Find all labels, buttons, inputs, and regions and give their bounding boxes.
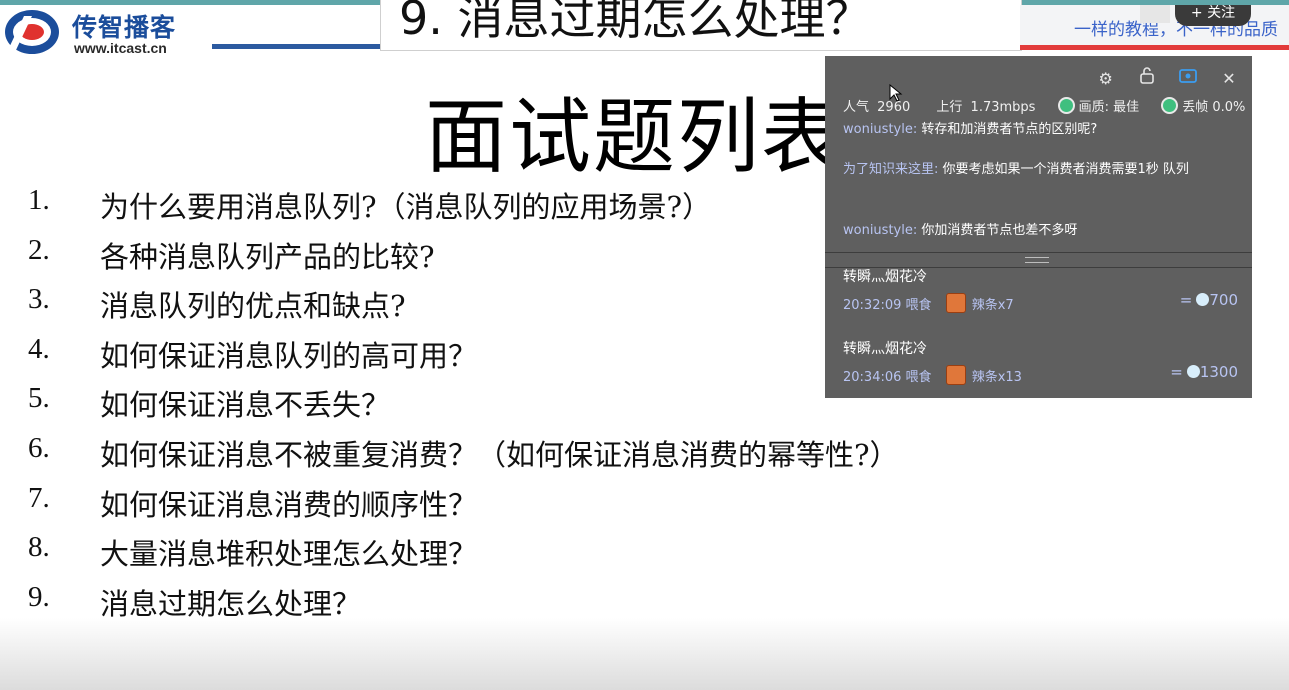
question-text: 如何保证消息队列的高可用？ (100, 338, 478, 373)
gift-value: = 1300 (1170, 363, 1238, 381)
chat-toolbar: ⚙ ✕ (1081, 66, 1240, 89)
question-number: 1. (28, 184, 50, 216)
itcast-logo: 传智播客 www.itcast.cn (2, 6, 202, 60)
gift-value: = 700 (1179, 291, 1238, 309)
question-number: 2. (28, 233, 50, 266)
logo-url: www.itcast.cn (74, 40, 167, 56)
current-section-title-box: 9. 消息过期怎么处理？ (380, 0, 1022, 51)
gift-item: 辣条x7 (971, 298, 1014, 313)
question-number: 9. (28, 580, 50, 613)
gift-sender: 转瞬灬烟花冷 (843, 269, 927, 285)
logo-text: 传智播客 (72, 13, 177, 42)
gift-time: 20:34:06 (843, 370, 902, 385)
question-text: 如何保证消息不丢失？ (100, 388, 391, 423)
gift-sender: 转瞬灬烟花冷 (843, 341, 927, 357)
live-chat-panel[interactable]: ⚙ ✕ 人气 2960 上行 1.73mbps 画质: 最佳 丢帧 0.0% w… (825, 56, 1252, 398)
gift-action: 喂食 (905, 370, 932, 385)
upload-label: 上行 (936, 100, 963, 115)
bean-icon (1186, 365, 1200, 378)
question-text: 大量消息堆积处理怎么处理？ (100, 537, 478, 572)
lock-icon[interactable] (1136, 66, 1158, 86)
gift-action: 喂食 (905, 298, 932, 313)
chat-username: woniustyle: (843, 223, 918, 238)
question-number: 4. (28, 332, 50, 365)
question-text: 如何保证消息消费的顺序性？ (100, 487, 478, 522)
chat-message: woniustyle: 你加消费者节点也差不多呀 (843, 221, 1235, 241)
bean-icon (1196, 293, 1210, 306)
gift-item: 辣条x13 (971, 370, 1022, 385)
bottom-shadow (0, 618, 1289, 690)
chat-username: woniustyle: (843, 122, 918, 137)
question-text: 为什么要用消息队列?（消息队列的应用场景?） (100, 190, 712, 224)
chat-message: 为了知识来这里: 你要考虑如果一个消费者消费需要1秒 队列 (843, 160, 1235, 180)
gift-record: 20:34:06 喂食 辣条x13 = 1300 (843, 363, 1238, 385)
cast-icon[interactable] (1177, 68, 1199, 88)
chat-message: woniustyle: 转存和加消费者节点的区别呢? (843, 120, 1235, 140)
current-section-title: 9. 消息过期怎么处理？ (399, 0, 872, 45)
upload-value: 1.73mbps (970, 100, 1036, 115)
mouse-cursor-icon (889, 84, 903, 102)
popularity-value: 2960 (877, 100, 911, 115)
chat-text: 转存和加消费者节点的区别呢? (921, 122, 1098, 137)
banner-red-line (1020, 45, 1289, 50)
gift-time: 20:32:09 (843, 298, 902, 313)
follow-button[interactable]: + 关注 (1175, 5, 1251, 26)
grip-icon (1025, 257, 1049, 263)
question-number: 5. (28, 382, 50, 415)
question-number: 7. (28, 481, 50, 514)
settings-icon[interactable]: ⚙ (1095, 69, 1117, 89)
chat-text: 你要考虑如果一个消费者消费需要1秒 队列 (942, 162, 1189, 177)
quality-label: 画质: 最佳 (1078, 100, 1140, 115)
gift-item-icon (945, 365, 966, 385)
question-text: 消息队列的优点和缺点? (100, 289, 406, 324)
thumbnail-icon (1140, 5, 1170, 23)
header-right-banner: 一样的教程，不一样的品质 + 关注 (1020, 5, 1289, 50)
header-divider (212, 44, 382, 49)
question-number: 6. (28, 431, 50, 464)
chat-text: 你加消费者节点也差不多呀 (921, 223, 1078, 238)
close-icon[interactable]: ✕ (1218, 69, 1240, 89)
question-text: 各种消息队列产品的比较? (100, 239, 435, 274)
question-number: 3. (28, 283, 50, 316)
popularity-label: 人气 (843, 100, 870, 115)
question-text: 如何保证消息不被重复消费？（如何保证消息消费的幂等性?） (100, 437, 899, 472)
chat-username: 为了知识来这里: (843, 162, 939, 177)
logo-mark-icon (5, 10, 59, 54)
quality-status-icon (1057, 97, 1075, 114)
question-number: 8. (28, 531, 50, 564)
frame-drop-status-icon (1161, 97, 1179, 114)
gift-value-number: 1300 (1199, 363, 1238, 381)
frame-drop-label: 丢帧 0.0% (1182, 100, 1246, 115)
gift-value-number: 700 (1209, 291, 1238, 309)
gift-item-icon (945, 293, 966, 313)
gift-record: 20:32:09 喂食 辣条x7 = 700 (843, 291, 1238, 313)
slide-title: 面试题列表 (425, 90, 846, 185)
stream-stats: 人气 2960 上行 1.73mbps 画质: 最佳 丢帧 0.0% (843, 96, 1249, 115)
question-text: 消息过期怎么处理？ (100, 586, 362, 621)
